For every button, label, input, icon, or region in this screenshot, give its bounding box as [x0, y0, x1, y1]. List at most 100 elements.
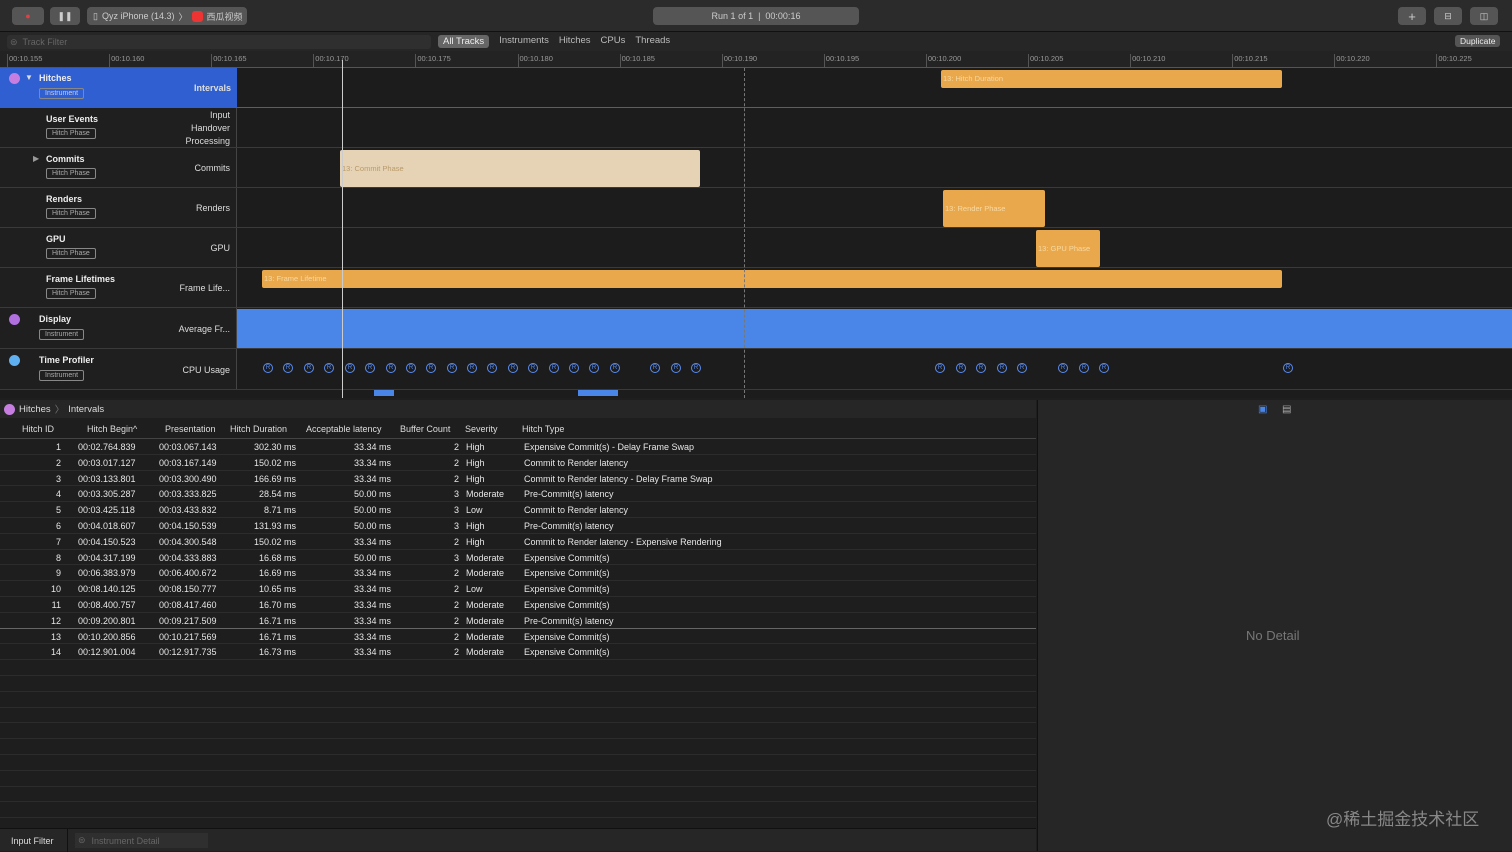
- sample-marker-icon[interactable]: R: [610, 363, 620, 373]
- breadcrumb-item[interactable]: Hitches: [19, 404, 51, 415]
- sample-marker-icon[interactable]: R: [304, 363, 314, 373]
- table-row[interactable]: 11 00:08.400.757 00:08.417.460 16.70 ms 33.3…: [0, 597, 1036, 613]
- column-severity[interactable]: Severity: [465, 424, 498, 434]
- sample-marker-icon[interactable]: R: [1099, 363, 1109, 373]
- sample-marker-icon[interactable]: R: [487, 363, 497, 373]
- column-presentation[interactable]: Presentation: [165, 424, 216, 434]
- sample-marker-icon[interactable]: R: [650, 363, 660, 373]
- input-filter-button[interactable]: Input Filter: [11, 836, 54, 846]
- target-selector[interactable]: ▯ Qyz iPhone (14.3) 〉 西瓜视频: [87, 7, 247, 25]
- track-display[interactable]: Display Instrument Average Fr...: [0, 308, 1512, 349]
- frame-lifetime-bar[interactable]: 13: Frame Lifetime: [262, 270, 1282, 288]
- cell-buffer-count: 2: [453, 584, 459, 595]
- track-hitches[interactable]: ▼ Hitches Instrument Intervals 13: Hitch…: [0, 68, 1512, 108]
- cell-buffer-count: 2: [453, 457, 459, 468]
- sample-marker-icon[interactable]: R: [508, 363, 518, 373]
- sample-marker-icon[interactable]: R: [386, 363, 396, 373]
- track-commits[interactable]: ▶ Commits Hitch Phase Commits 13: Commit…: [0, 148, 1512, 188]
- table-row[interactable]: 12 00:09.200.801 00:09.217.509 16.71 ms 33.3…: [0, 613, 1036, 629]
- table-row[interactable]: 5 00:03.425.118 00:03.433.832 8.71 ms 50.00 …: [0, 502, 1036, 518]
- track-user-events[interactable]: User Events Hitch Phase Input Handover P…: [0, 108, 1512, 148]
- track-renders[interactable]: Renders Hitch Phase Renders 13: Render P…: [0, 188, 1512, 228]
- column-hitch-type[interactable]: Hitch Type: [522, 424, 564, 434]
- table-row[interactable]: 2 00:03.017.127 00:03.167.149 150.02 ms 33.3…: [0, 455, 1036, 471]
- tab-all-tracks[interactable]: All Tracks: [438, 35, 490, 48]
- table-row[interactable]: 1 00:02.764.839 00:03.067.143 302.30 ms 33.3…: [0, 439, 1036, 455]
- table-row[interactable]: 13 00:10.200.856 00:10.217.569 16.71 ms 33.3…: [0, 629, 1036, 645]
- table-row[interactable]: 7 00:04.150.523 00:04.300.548 150.02 ms 33.3…: [0, 534, 1036, 550]
- disclosure-triangle-icon[interactable]: ▼: [25, 73, 33, 82]
- playhead-cursor[interactable]: [342, 60, 343, 398]
- track-badge: Hitch Phase: [46, 288, 96, 299]
- column-hitch-duration[interactable]: Hitch Duration: [230, 424, 287, 434]
- track-time-profiler[interactable]: Time Profiler Instrument CPU Usage RRRRR…: [0, 349, 1512, 390]
- tab-instruments[interactable]: Instruments: [499, 35, 549, 48]
- table-row[interactable]: 9 00:06.383.979 00:06.400.672 16.69 ms 33.34…: [0, 565, 1036, 582]
- sample-marker-icon[interactable]: R: [528, 363, 538, 373]
- add-button[interactable]: +: [1398, 7, 1426, 25]
- pause-button[interactable]: ❚❚: [50, 7, 80, 25]
- tab-hitches[interactable]: Hitches: [559, 35, 591, 48]
- record-button[interactable]: ●: [12, 7, 44, 25]
- breadcrumb: Hitches 〉 Intervals: [0, 400, 1036, 418]
- instrument-detail-filter[interactable]: ⊜ Instrument Detail: [75, 833, 208, 848]
- sample-marker-icon[interactable]: R: [365, 363, 375, 373]
- toggle-bottom-pane-button[interactable]: ⊟: [1434, 7, 1462, 25]
- sample-marker-icon[interactable]: R: [589, 363, 599, 373]
- track-badge: Hitch Phase: [46, 208, 96, 219]
- tab-cpus[interactable]: CPUs: [601, 35, 626, 48]
- tab-threads[interactable]: Threads: [635, 35, 670, 48]
- sample-marker-icon[interactable]: R: [1058, 363, 1068, 373]
- cell-hitch-id: 14: [50, 647, 61, 658]
- table-row[interactable]: 14 00:12.901.004 00:12.917.735 16.73 ms 33.3…: [0, 644, 1036, 661]
- track-gpu[interactable]: GPU Hitch Phase GPU 13: GPU Phase: [0, 228, 1512, 268]
- sample-marker-icon[interactable]: R: [447, 363, 457, 373]
- table-row[interactable]: 6 00:04.018.607 00:04.150.539 131.93 ms 50.0…: [0, 518, 1036, 534]
- sample-marker-icon[interactable]: R: [467, 363, 477, 373]
- column-buffer-count[interactable]: Buffer Count: [400, 424, 450, 434]
- toolbar: ● ❚❚ ▯ Qyz iPhone (14.3) 〉 西瓜视频 Run 1 of…: [0, 0, 1512, 32]
- table-row[interactable]: 8 00:04.317.199 00:04.333.883 16.68 ms 50.00…: [0, 550, 1036, 566]
- sample-marker-icon[interactable]: R: [997, 363, 1007, 373]
- filter-bar: ⊜ Track Filter All Tracks Instruments Hi…: [0, 32, 1512, 51]
- sample-marker-icon[interactable]: R: [283, 363, 293, 373]
- sample-marker-icon[interactable]: R: [569, 363, 579, 373]
- disclosure-triangle-icon[interactable]: ▶: [33, 154, 39, 163]
- commit-phase-bar[interactable]: 13: Commit Phase: [340, 150, 700, 187]
- sample-marker-icon[interactable]: R: [263, 363, 273, 373]
- gpu-phase-bar[interactable]: 13: GPU Phase: [1036, 230, 1100, 267]
- sample-marker-icon[interactable]: R: [345, 363, 355, 373]
- track-filter-input[interactable]: ⊜ Track Filter: [7, 35, 431, 49]
- sample-marker-icon[interactable]: R: [935, 363, 945, 373]
- table-row[interactable]: 4 00:03.305.287 00:03.333.825 28.54 ms 50.00…: [0, 486, 1036, 503]
- track-frame-lifetimes[interactable]: Frame Lifetimes Hitch Phase Frame Life..…: [0, 268, 1512, 308]
- sample-marker-icon[interactable]: R: [1283, 363, 1293, 373]
- cell-hitch-id: 10: [50, 584, 61, 595]
- sample-marker-icon[interactable]: R: [976, 363, 986, 373]
- hitch-duration-bar[interactable]: 13: Hitch Duration: [941, 70, 1282, 88]
- sample-marker-icon[interactable]: R: [1079, 363, 1089, 373]
- duplicate-button[interactable]: Duplicate: [1455, 35, 1501, 47]
- run-selector[interactable]: Run 1 of 1 | 00:00:16: [653, 7, 859, 25]
- column-acceptable-latency[interactable]: Acceptable latency: [306, 424, 382, 434]
- render-phase-bar[interactable]: 13: Render Phase: [943, 190, 1045, 227]
- cell-hitch-duration: 16.69 ms: [258, 568, 296, 579]
- column-hitch-id[interactable]: Hitch ID: [22, 424, 54, 434]
- sample-marker-icon[interactable]: R: [426, 363, 436, 373]
- sample-marker-icon[interactable]: R: [549, 363, 559, 373]
- table-row[interactable]: 3 00:03.133.801 00:03.300.490 166.69 ms 33.3…: [0, 471, 1036, 487]
- column-hitch-begin[interactable]: Hitch Begin^: [87, 424, 137, 434]
- sample-marker-icon[interactable]: R: [956, 363, 966, 373]
- sample-marker-icon[interactable]: R: [671, 363, 681, 373]
- cell-hitch-duration: 150.02 ms: [253, 457, 296, 468]
- document-icon[interactable]: ▤: [1282, 404, 1291, 415]
- extended-detail-icon[interactable]: ▣: [1258, 404, 1267, 415]
- table-row[interactable]: 10 00:08.140.125 00:08.150.777 10.65 ms 33.3…: [0, 581, 1036, 597]
- sample-marker-icon[interactable]: R: [406, 363, 416, 373]
- timeline-ruler[interactable]: 00:10.155 00:10.160 00:10.165 00:10.170 00:1…: [0, 51, 1512, 68]
- toggle-inspector-button[interactable]: ◫: [1470, 7, 1498, 25]
- sample-marker-icon[interactable]: R: [691, 363, 701, 373]
- sample-marker-icon[interactable]: R: [1017, 363, 1027, 373]
- breadcrumb-item[interactable]: Intervals: [68, 404, 104, 415]
- sample-marker-icon[interactable]: R: [324, 363, 334, 373]
